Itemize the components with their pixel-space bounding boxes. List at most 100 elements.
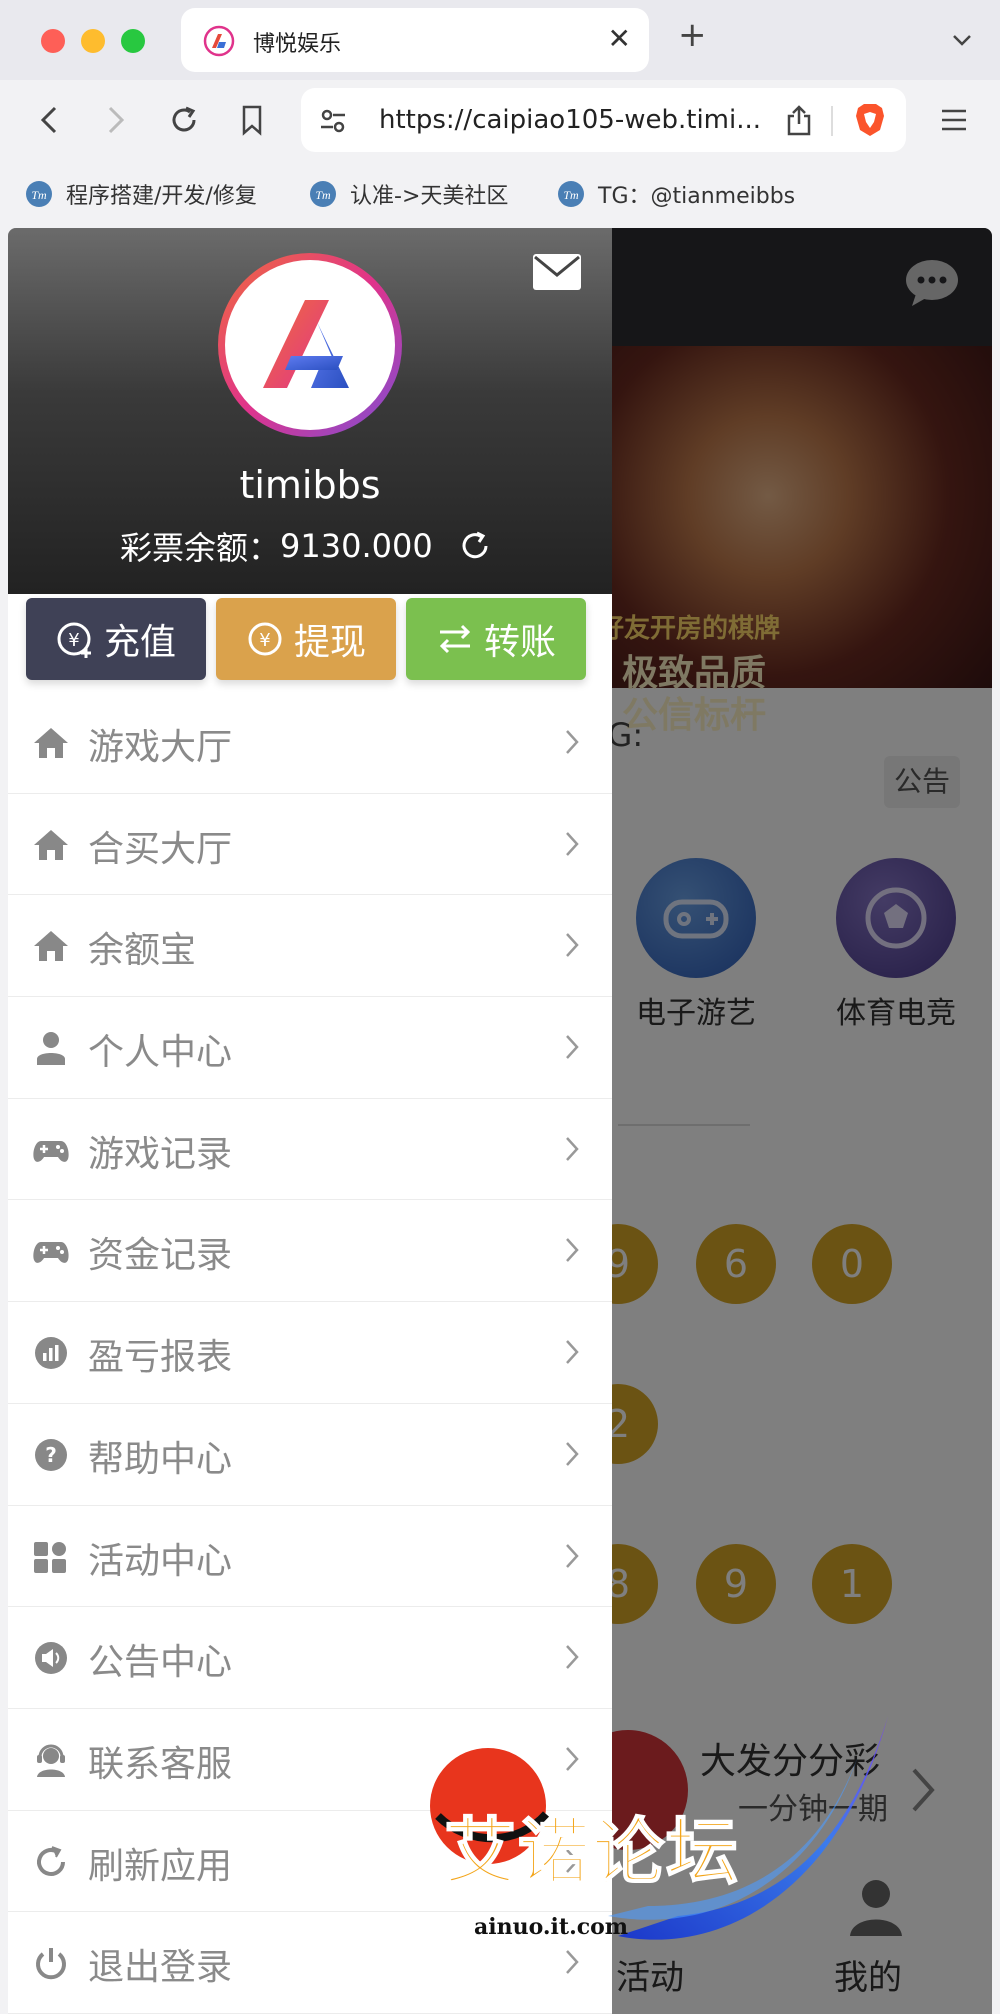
- menu-item-profit-report[interactable]: 盈亏报表: [8, 1302, 612, 1404]
- chevron-right-icon: [566, 730, 579, 754]
- menu-item-joint-purchase[interactable]: 合买大厅: [8, 794, 612, 896]
- site-settings-icon[interactable]: [319, 108, 347, 134]
- menu-item-help-center[interactable]: ? 帮助中心: [8, 1404, 612, 1506]
- menu-item-announcement-center[interactable]: 公告中心: [8, 1607, 612, 1709]
- apps-icon: [34, 1541, 66, 1573]
- chevron-right-icon: [566, 1136, 579, 1161]
- chevron-right-icon: [566, 1340, 579, 1364]
- menu-item-label: 个人中心: [88, 1032, 233, 1074]
- drawer-header: timibbs 彩票余额： 9130.000: [8, 228, 612, 594]
- address-bar[interactable]: https://caipiao105-web.timi...: [301, 88, 906, 152]
- watermark-text: 艾诺论坛: [443, 1809, 741, 1895]
- username: timibbs: [239, 463, 381, 507]
- menu-item-personal-center[interactable]: 个人中心: [8, 997, 612, 1099]
- help-icon: ?: [35, 1438, 67, 1471]
- deposit-button[interactable]: ¥ 充值: [26, 598, 206, 680]
- svg-text:¥: ¥: [259, 630, 270, 651]
- svg-text:Tm: Tm: [563, 188, 579, 202]
- speaker-icon: [35, 1642, 67, 1675]
- bookmark-label: 认准->天美社区: [350, 184, 509, 209]
- bookmark-label: 程序搭建/开发/修复: [66, 184, 257, 209]
- chevron-right-icon: [566, 1441, 579, 1466]
- withdraw-button[interactable]: ¥ 提现: [216, 598, 396, 680]
- menu-item-label: 公告中心: [88, 1642, 233, 1684]
- back-arrow-icon: [40, 106, 57, 134]
- window-minimize-button[interactable]: [81, 29, 105, 53]
- menu-item-label: 盈亏报表: [88, 1337, 233, 1379]
- menu-item-label: 游戏大厅: [88, 727, 233, 768]
- menu-item-game-records[interactable]: 游戏记录: [8, 1099, 612, 1201]
- menu-item-balance-treasure[interactable]: 余额宝: [8, 895, 612, 998]
- chevron-down-icon[interactable]: [950, 28, 974, 52]
- menu-item-activity-center[interactable]: 活动中心: [8, 1506, 612, 1608]
- tab-title: 博悦娱乐: [253, 32, 342, 57]
- divider: [831, 106, 833, 136]
- chevron-right-icon: [566, 1238, 579, 1263]
- tm-bookmark-icon: Tm: [558, 181, 584, 207]
- menu-item-label: 联系客服: [88, 1743, 233, 1785]
- transfer-button[interactable]: 转账: [406, 598, 586, 680]
- brave-shields-icon[interactable]: [854, 102, 886, 138]
- forward-arrow-icon: [108, 106, 125, 134]
- reload-icon: [172, 106, 196, 132]
- chevron-right-icon: [566, 1035, 579, 1059]
- chevron-right-icon: [566, 1645, 579, 1670]
- refresh-icon: [37, 1845, 65, 1876]
- menu-item-game-hall[interactable]: 游戏大厅: [8, 692, 612, 794]
- deposit-label: 充值: [103, 622, 176, 663]
- chevron-right-icon: [566, 1543, 579, 1568]
- balance-label: 彩票余额：: [120, 529, 281, 567]
- share-icon[interactable]: [785, 104, 813, 136]
- chevron-right-icon: [566, 933, 579, 958]
- menu-item-label: 活动中心: [88, 1540, 233, 1582]
- bookmark-item-2[interactable]: Tm 认准->天美社区: [308, 174, 508, 214]
- window-close-button[interactable]: [41, 29, 65, 53]
- menu-item-fund-records[interactable]: 资金记录: [8, 1200, 612, 1303]
- withdraw-label: 提现: [293, 622, 366, 663]
- svg-text:Tm: Tm: [31, 188, 47, 202]
- menu-item-label: 退出登录: [88, 1947, 233, 1989]
- power-icon: [36, 1948, 66, 1980]
- svg-text:?: ?: [45, 1443, 57, 1467]
- tm-bookmark-icon: Tm: [26, 181, 52, 207]
- bookmark-icon: [242, 105, 262, 136]
- chevron-right-icon: [566, 831, 579, 856]
- withdraw-icon: ¥: [248, 622, 282, 656]
- bookmark-button[interactable]: [232, 100, 272, 140]
- gamepad-icon: [33, 1140, 69, 1162]
- refresh-icon[interactable]: [459, 530, 491, 562]
- reload-button[interactable]: [164, 100, 204, 140]
- tm-bookmark-icon: Tm: [310, 181, 336, 207]
- new-tab-icon[interactable]: +: [678, 18, 707, 52]
- site-favicon-icon: [203, 25, 235, 57]
- url-text[interactable]: https://caipiao105-web.timi...: [379, 105, 761, 135]
- menu-item-label: 帮助中心: [88, 1438, 233, 1480]
- home-icon: [34, 829, 68, 860]
- home-icon: [34, 931, 68, 962]
- browser-tab[interactable]: 博悦娱乐 ✕: [181, 8, 649, 72]
- bookmark-label: TG：@tianmeibbs: [598, 184, 796, 209]
- tab-close-icon[interactable]: ✕: [608, 22, 631, 55]
- deposit-icon: ¥: [57, 622, 91, 658]
- bookmark-item-1[interactable]: Tm 程序搭建/开发/修复: [24, 174, 257, 214]
- user-icon: [37, 1032, 65, 1066]
- back-button[interactable]: [29, 100, 69, 140]
- home-icon: [34, 728, 68, 758]
- transfer-icon: [439, 624, 471, 654]
- menu-item-label: 余额宝: [88, 930, 197, 972]
- avatar[interactable]: [218, 253, 402, 437]
- hamburger-menu-icon[interactable]: [940, 108, 968, 132]
- window-maximize-button[interactable]: [121, 29, 145, 53]
- menu-item-label: 资金记录: [88, 1235, 233, 1277]
- svg-text:¥: ¥: [68, 630, 79, 651]
- menu-item-label: 游戏记录: [88, 1133, 233, 1175]
- forward-button[interactable]: [96, 100, 136, 140]
- menu-item-label: 刷新应用: [88, 1845, 233, 1887]
- balance-row: 彩票余额： 9130.000: [120, 522, 491, 570]
- chart-icon: [35, 1337, 67, 1370]
- browser-toolbar: https://caipiao105-web.timi... Tm 程序搭建/开…: [0, 80, 1000, 240]
- bookmark-item-3[interactable]: Tm TG：@tianmeibbs: [556, 174, 795, 214]
- support-icon: [37, 1744, 65, 1777]
- browser-tab-bar: 博悦娱乐 ✕ +: [0, 0, 1000, 80]
- mail-icon[interactable]: [532, 253, 582, 291]
